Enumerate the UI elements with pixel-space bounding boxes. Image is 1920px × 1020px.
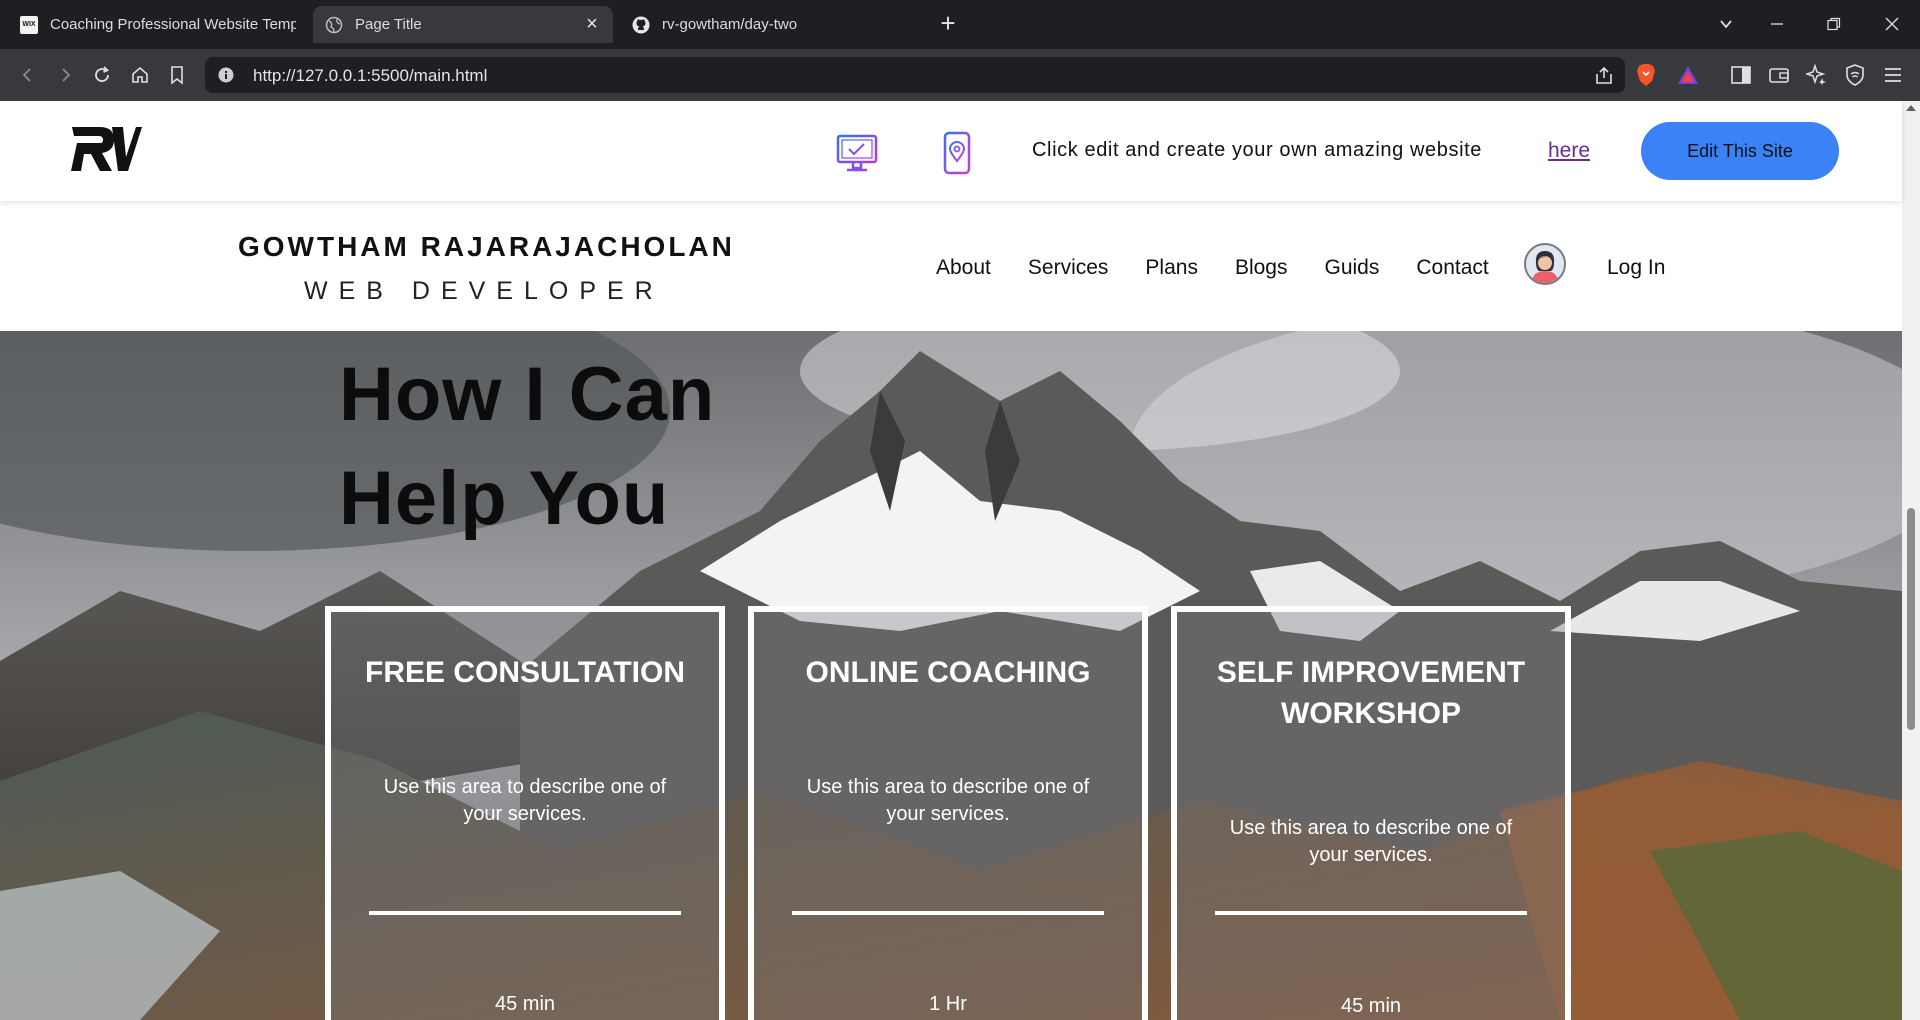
service-divider — [792, 911, 1104, 915]
avatar[interactable] — [1524, 243, 1566, 285]
tab-github[interactable]: rv-gowtham/day-two — [620, 6, 920, 43]
home-icon[interactable] — [126, 61, 154, 89]
tab-search-icon[interactable] — [1709, 10, 1743, 38]
vpn-shield-icon[interactable] — [1842, 62, 1868, 88]
github-icon — [632, 16, 650, 34]
tab-page-title[interactable]: Page Title × — [313, 6, 613, 43]
service-card[interactable]: SELF IMPROVEMENT WORKSHOP Use this area … — [1171, 606, 1571, 1020]
new-tab-button[interactable]: + — [934, 10, 962, 38]
tab-title: rv-gowtham/day-two — [662, 16, 798, 33]
nav-contact[interactable]: Contact — [1416, 256, 1488, 280]
here-link[interactable]: here — [1548, 139, 1590, 163]
nav-guids[interactable]: Guids — [1324, 256, 1379, 280]
edit-this-site-button[interactable]: Edit This Site — [1641, 122, 1839, 180]
url-field[interactable]: http://127.0.0.1:5500/main.html — [205, 57, 1625, 93]
wallet-icon[interactable] — [1766, 62, 1792, 88]
service-divider — [1215, 911, 1527, 915]
service-card[interactable]: ONLINE COACHING Use this area to describ… — [748, 606, 1148, 1020]
back-icon[interactable] — [14, 61, 42, 89]
desktop-icon[interactable] — [835, 131, 879, 175]
brave-shields-icon[interactable] — [1633, 62, 1659, 88]
service-duration: 1 Hr — [929, 993, 967, 1015]
close-tab-icon[interactable]: × — [583, 14, 601, 34]
brave-rewards-icon[interactable] — [1675, 62, 1701, 88]
hero-section: How I Can Help You FREE CONSULTATION Use… — [0, 331, 1902, 1020]
menu-icon[interactable] — [1880, 62, 1906, 88]
page-viewport: Click edit and create your own amazing w… — [0, 101, 1920, 1020]
service-description: Use this area to describe one of your se… — [806, 776, 1090, 825]
close-window-icon[interactable] — [1875, 10, 1909, 38]
address-bar: http://127.0.0.1:5500/main.html — [0, 49, 1920, 101]
hero-heading-line1: How I Can — [339, 352, 716, 437]
sidebar-icon[interactable] — [1728, 62, 1754, 88]
site-owner-name[interactable]: GOWTHAM RAJARAJACHOLAN — [238, 231, 735, 263]
service-title: SELF IMPROVEMENT WORKSHOP — [1216, 656, 1526, 730]
restore-icon[interactable] — [1817, 10, 1851, 38]
main-nav: About Services Plans Blogs Guids Contact — [936, 256, 1526, 280]
scroll-up-arrow-icon[interactable] — [1906, 105, 1916, 111]
service-duration: 45 min — [494, 993, 556, 1015]
service-title: FREE CONSULTATION — [365, 656, 685, 689]
tab-bar: WIX Coaching Professional Website Templ … — [0, 0, 1920, 49]
globe-icon — [325, 16, 343, 34]
minimize-icon[interactable] — [1760, 10, 1794, 38]
service-description: Use this area to describe one of your se… — [1229, 817, 1513, 866]
promo-text: Click edit and create your own amazing w… — [1032, 139, 1483, 161]
bookmark-icon[interactable] — [163, 61, 191, 89]
nav-about[interactable]: About — [936, 256, 991, 280]
rv-logo[interactable] — [70, 123, 142, 175]
page-scrollbar[interactable] — [1902, 101, 1920, 1020]
service-title: ONLINE COACHING — [805, 656, 1091, 689]
leo-ai-icon[interactable] — [1804, 62, 1830, 88]
nav-blogs[interactable]: Blogs — [1235, 256, 1288, 280]
login-link[interactable]: Log In — [1607, 256, 1665, 280]
nav-plans[interactable]: Plans — [1145, 256, 1198, 280]
scrollbar-thumb[interactable] — [1907, 508, 1915, 730]
service-divider — [369, 911, 681, 915]
tab-coaching[interactable]: WIX Coaching Professional Website Templ — [8, 6, 308, 43]
tab-title: Coaching Professional Website Templ — [50, 16, 296, 33]
hero-heading-line2: Help You — [339, 456, 670, 541]
reload-icon[interactable] — [88, 61, 116, 89]
url-text: http://127.0.0.1:5500/main.html — [253, 66, 488, 85]
hero-heading: How I Can Help You — [339, 343, 715, 551]
mobile-icon[interactable] — [935, 131, 979, 175]
nav-services[interactable]: Services — [1028, 256, 1109, 280]
forward-icon[interactable] — [51, 61, 79, 89]
site-info-icon[interactable] — [217, 66, 235, 84]
tab-title: Page Title — [355, 16, 422, 33]
wix-promo-bar: Click edit and create your own amazing w… — [0, 101, 1902, 201]
service-duration: 45 min — [1340, 995, 1402, 1017]
site-header: GOWTHAM RAJARAJACHOLAN WEB DEVELOPER Abo… — [0, 201, 1902, 331]
wix-icon: WIX — [20, 15, 38, 34]
share-icon[interactable] — [1593, 65, 1615, 87]
service-card[interactable]: FREE CONSULTATION Use this area to descr… — [325, 606, 725, 1020]
site-subtitle: WEB DEVELOPER — [304, 277, 664, 305]
service-description: Use this area to describe one of your se… — [383, 776, 667, 825]
